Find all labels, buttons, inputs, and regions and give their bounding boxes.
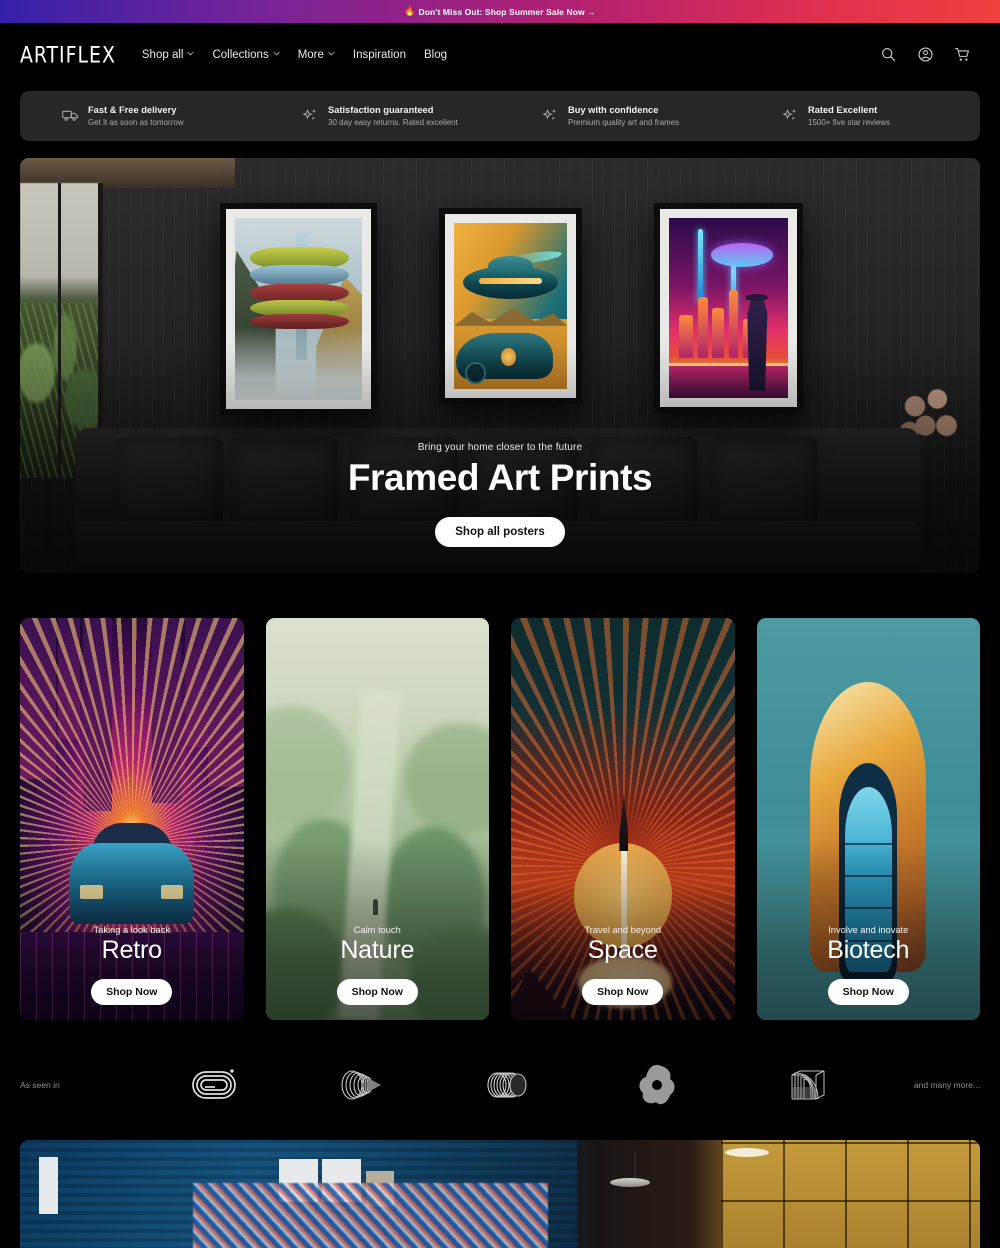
nav-label: Collections	[212, 48, 269, 61]
trust-subtitle: 30 day easy returns. Rated excellent	[328, 117, 458, 127]
teaser-window-grid	[720, 1140, 980, 1248]
teaser-pendant-cord	[634, 1152, 637, 1179]
category-kicker: Travel and beyond	[584, 925, 662, 935]
trust-title: Buy with confidence	[568, 105, 659, 116]
maze-loop-logo	[188, 1059, 240, 1111]
site-logo[interactable]: ARTIFLEX	[20, 42, 116, 67]
shop-now-button-retro[interactable]: Shop Now	[91, 979, 173, 1005]
category-kicker: Taking a look back	[93, 925, 171, 935]
hero-kicker: Bring your home closer to the future	[417, 442, 583, 453]
ellipse-stack-logo	[484, 1059, 536, 1111]
trust-subtitle: Premium quality art and frames	[568, 117, 680, 127]
trust-item-satisfaction: Satisfaction guaranteed 30 day easy retu…	[260, 104, 500, 128]
arc-grid-logo	[780, 1059, 832, 1111]
teaser-pendant-shade	[610, 1178, 651, 1188]
category-grid: Taking a look back Retro Shop Now Calm t…	[20, 618, 980, 1020]
trust-item-rated: Rated Excellent 1500+ five star reviews	[740, 104, 980, 128]
main-navigation: Shop all Collections More Inspiration Bl…	[142, 49, 447, 61]
trust-title: Rated Excellent	[808, 105, 878, 116]
search-icon[interactable]	[880, 46, 897, 63]
category-card-space[interactable]: Travel and beyond Space Shop Now	[511, 618, 735, 1020]
shop-now-button-biotech[interactable]: Shop Now	[827, 979, 909, 1005]
category-card-retro[interactable]: Taking a look back Retro Shop Now	[20, 618, 244, 1020]
category-card-nature[interactable]: Calm touch Nature Shop Now	[265, 618, 489, 1020]
teaser-wall-canvas	[192, 1183, 548, 1248]
sparkle-icon	[302, 107, 319, 124]
category-kicker: Involve and inovate	[828, 925, 909, 935]
nav-item-collections[interactable]: Collections	[212, 48, 280, 61]
press-strip: As seen in and many more...	[20, 1052, 980, 1118]
truck-icon	[62, 107, 79, 124]
announcement-content: 🔥 Don't Miss Out: Shop Summer Sale Now →	[404, 6, 596, 17]
trust-item-delivery: Fast & Free delivery Get it as soon as t…	[20, 104, 260, 128]
cart-icon[interactable]	[954, 46, 971, 63]
chevron-down-icon	[273, 50, 280, 57]
trust-subtitle: Get it as soon as tomorrow	[88, 117, 184, 127]
sparkle-icon	[542, 107, 559, 124]
trust-title: Satisfaction guaranteed	[328, 105, 434, 116]
category-title: Biotech	[827, 936, 910, 964]
press-label: As seen in	[20, 1080, 60, 1090]
blob-ring-logo	[632, 1059, 684, 1111]
press-end-label: and many more...	[913, 1080, 980, 1090]
nav-label: Inspiration	[352, 48, 406, 61]
nav-item-more[interactable]: More	[298, 49, 335, 61]
hero-banner[interactable]: Bring your home closer to the future Fra…	[20, 158, 980, 573]
hero-copy: Bring your home closer to the future Fra…	[20, 442, 980, 547]
site-header: ARTIFLEX Shop all Collections More Inspi…	[0, 23, 1000, 86]
sparkle-icon	[782, 107, 799, 124]
cone-stack-logo	[336, 1059, 388, 1111]
chevron-down-icon	[187, 50, 195, 57]
bottom-teaser-banner[interactable]	[20, 1140, 980, 1248]
nav-item-blog[interactable]: Blog	[424, 49, 447, 61]
category-title: Space	[587, 936, 658, 964]
announcement-bar[interactable]: 🔥 Don't Miss Out: Shop Summer Sale Now →	[0, 0, 1000, 23]
header-actions	[880, 46, 980, 63]
press-logos	[140, 1059, 880, 1111]
nav-item-shop-all[interactable]: Shop all	[142, 49, 195, 61]
nav-label: Shop all	[141, 48, 184, 61]
trust-title: Fast & Free delivery	[88, 105, 177, 116]
category-title: Retro	[101, 936, 162, 964]
account-icon[interactable]	[917, 46, 934, 63]
category-card-biotech[interactable]: Involve and inovate Biotech Shop Now	[756, 618, 980, 1020]
nav-label: Blog	[423, 48, 447, 61]
nav-item-inspiration[interactable]: Inspiration	[353, 49, 406, 61]
trust-item-confidence: Buy with confidence Premium quality art …	[500, 104, 740, 128]
category-title: Nature	[340, 936, 415, 964]
shop-now-button-nature[interactable]: Shop Now	[336, 979, 418, 1005]
fire-icon: 🔥	[404, 6, 416, 16]
hero-title: Framed Art Prints	[347, 457, 653, 498]
shop-all-posters-button[interactable]: Shop all posters	[435, 517, 565, 547]
nav-label: More	[297, 48, 324, 61]
shop-now-button-space[interactable]: Shop Now	[582, 979, 664, 1005]
trust-subtitle: 1500+ five star reviews	[808, 117, 891, 127]
category-kicker: Calm touch	[353, 925, 401, 935]
announcement-text: Don't Miss Out: Shop Summer Sale Now →	[418, 6, 596, 17]
chevron-down-icon	[328, 50, 335, 57]
teaser-window-left	[39, 1156, 59, 1215]
trust-bar: Fast & Free delivery Get it as soon as t…	[20, 91, 980, 141]
